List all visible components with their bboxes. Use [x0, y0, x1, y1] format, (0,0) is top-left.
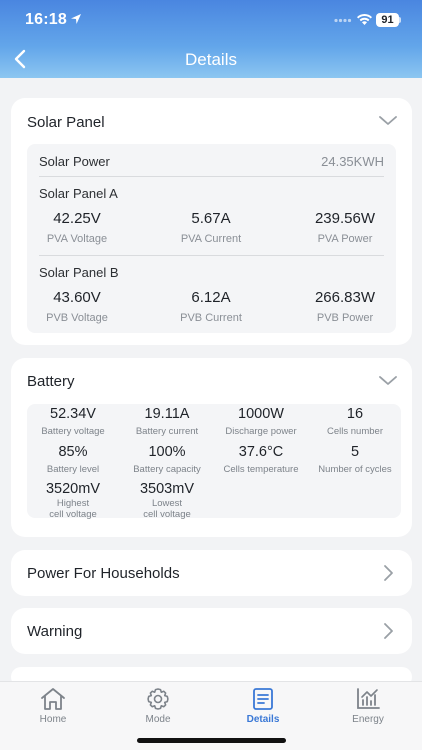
metric-value: 52.34V	[50, 406, 96, 422]
status-bar: 16:18 91	[0, 0, 422, 40]
page-title: Details	[185, 50, 237, 69]
tab-label: Energy	[352, 714, 384, 725]
panel-b-title: Solar Panel B	[39, 265, 119, 280]
metric-value: 16	[346, 406, 364, 422]
wifi-icon	[357, 13, 372, 25]
document-icon	[253, 688, 273, 710]
gear-icon	[147, 688, 169, 710]
tab-details[interactable]: Details	[223, 686, 303, 725]
metric-label: PVA Voltage	[46, 233, 108, 245]
solar-power-value: 24.35KWH	[321, 154, 384, 169]
tab-label: Home	[39, 714, 67, 725]
status-time: 16:18	[25, 11, 67, 28]
power-households-label: Power For Households	[27, 565, 180, 582]
metric-value: 6.12A	[191, 289, 231, 306]
lowest-cell-voltage-metric: 3503mV Lowest cell voltage	[121, 481, 213, 520]
metric-label: Discharge power	[225, 426, 297, 437]
warning-row[interactable]: Warning	[11, 608, 412, 654]
metric-label: Battery capacity	[133, 464, 201, 475]
solar-panel-title: Solar Panel	[27, 114, 105, 131]
metric-label: PVB Power	[316, 312, 374, 324]
battery-level-metric: 85% Battery level	[27, 444, 119, 475]
cells-temperature-metric: 37.6°C Cells temperature	[215, 444, 307, 475]
panel-a-title: Solar Panel A	[39, 186, 118, 201]
metric-value: 3503mV	[139, 481, 194, 497]
home-icon	[41, 688, 65, 710]
metric-value: 266.83W	[314, 289, 376, 306]
battery-card: Battery 52.34V Battery voltage 19.11A Ba…	[11, 358, 412, 537]
tab-home[interactable]: Home	[13, 686, 93, 725]
tab-label: Mode	[145, 714, 171, 725]
metric-label: Cells temperature	[223, 464, 299, 475]
metric-value: 239.56W	[314, 210, 376, 227]
metric-label: PVB Voltage	[46, 312, 108, 324]
battery-status-level: 91	[381, 14, 394, 26]
metric-label: Number of cycles	[318, 464, 392, 475]
warning-label: Warning	[27, 623, 83, 640]
battery-details-panel: 52.34V Battery voltage 19.11A Battery cu…	[27, 404, 401, 520]
pvb-voltage-metric: 43.60V PVB Voltage	[27, 289, 127, 324]
battery-status-icon: 91	[376, 13, 402, 27]
metric-value: 85%	[58, 444, 88, 460]
metric-value: 19.11A	[144, 406, 190, 422]
metric-value: 43.60V	[53, 289, 101, 306]
battery-title: Battery	[27, 373, 75, 390]
metric-value: 42.25V	[53, 210, 101, 227]
pvb-power-metric: 266.83W PVB Power	[295, 289, 395, 324]
metric-value: 100%	[148, 444, 186, 460]
chevron-right-icon	[384, 623, 393, 639]
metric-label: Cells number	[327, 426, 383, 437]
divider	[39, 176, 384, 177]
battery-capacity-metric: 100% Battery capacity	[121, 444, 213, 475]
signal-icon	[334, 18, 352, 23]
metric-label: Battery level	[46, 464, 100, 475]
metric-label: Lowest cell voltage	[143, 498, 191, 520]
metric-label: Battery voltage	[41, 426, 105, 437]
battery-voltage-metric: 52.34V Battery voltage	[27, 406, 119, 437]
solar-panel-card: Solar Panel Solar Power 24.35KWH Solar P…	[11, 98, 412, 345]
chart-icon	[357, 688, 380, 709]
power-households-row[interactable]: Power For Households	[11, 550, 412, 596]
tab-energy[interactable]: Energy	[328, 686, 408, 725]
home-indicator	[137, 738, 286, 743]
solar-power-label: Solar Power	[39, 154, 110, 169]
cells-number-metric: 16 Cells number	[309, 406, 401, 437]
chevron-down-icon[interactable]	[377, 114, 399, 128]
metric-label: PVA Power	[317, 233, 373, 245]
metric-label: Highest cell voltage	[49, 498, 97, 520]
metric-value: 5.67A	[191, 210, 231, 227]
chevron-down-icon[interactable]	[377, 374, 399, 388]
pva-current-metric: 5.67A PVA Current	[161, 210, 261, 245]
metric-label: PVB Current	[180, 312, 242, 324]
metric-value: 3520mV	[45, 481, 100, 497]
cycles-metric: 5 Number of cycles	[309, 444, 401, 475]
highest-cell-voltage-metric: 3520mV Highest cell voltage	[27, 481, 119, 520]
divider	[39, 255, 384, 256]
pva-power-metric: 239.56W PVA Power	[295, 210, 395, 245]
header: 16:18 91 Details	[0, 0, 422, 78]
chevron-right-icon	[384, 565, 393, 581]
metric-label: PVA Current	[180, 233, 242, 245]
battery-current-metric: 19.11A Battery current	[121, 406, 213, 437]
solar-details-panel: Solar Power 24.35KWH Solar Panel A 42.25…	[27, 144, 396, 333]
metric-value: 5	[350, 444, 360, 460]
metric-value: 37.6°C	[238, 444, 284, 460]
pvb-current-metric: 6.12A PVB Current	[161, 289, 261, 324]
pva-voltage-metric: 42.25V PVA Voltage	[27, 210, 127, 245]
discharge-power-metric: 1000W Discharge power	[215, 406, 307, 437]
location-arrow-icon	[71, 14, 81, 24]
metric-value: 1000W	[238, 406, 284, 422]
tab-mode[interactable]: Mode	[118, 686, 198, 725]
tab-label: Details	[246, 714, 280, 725]
metric-label: Battery current	[135, 426, 199, 437]
